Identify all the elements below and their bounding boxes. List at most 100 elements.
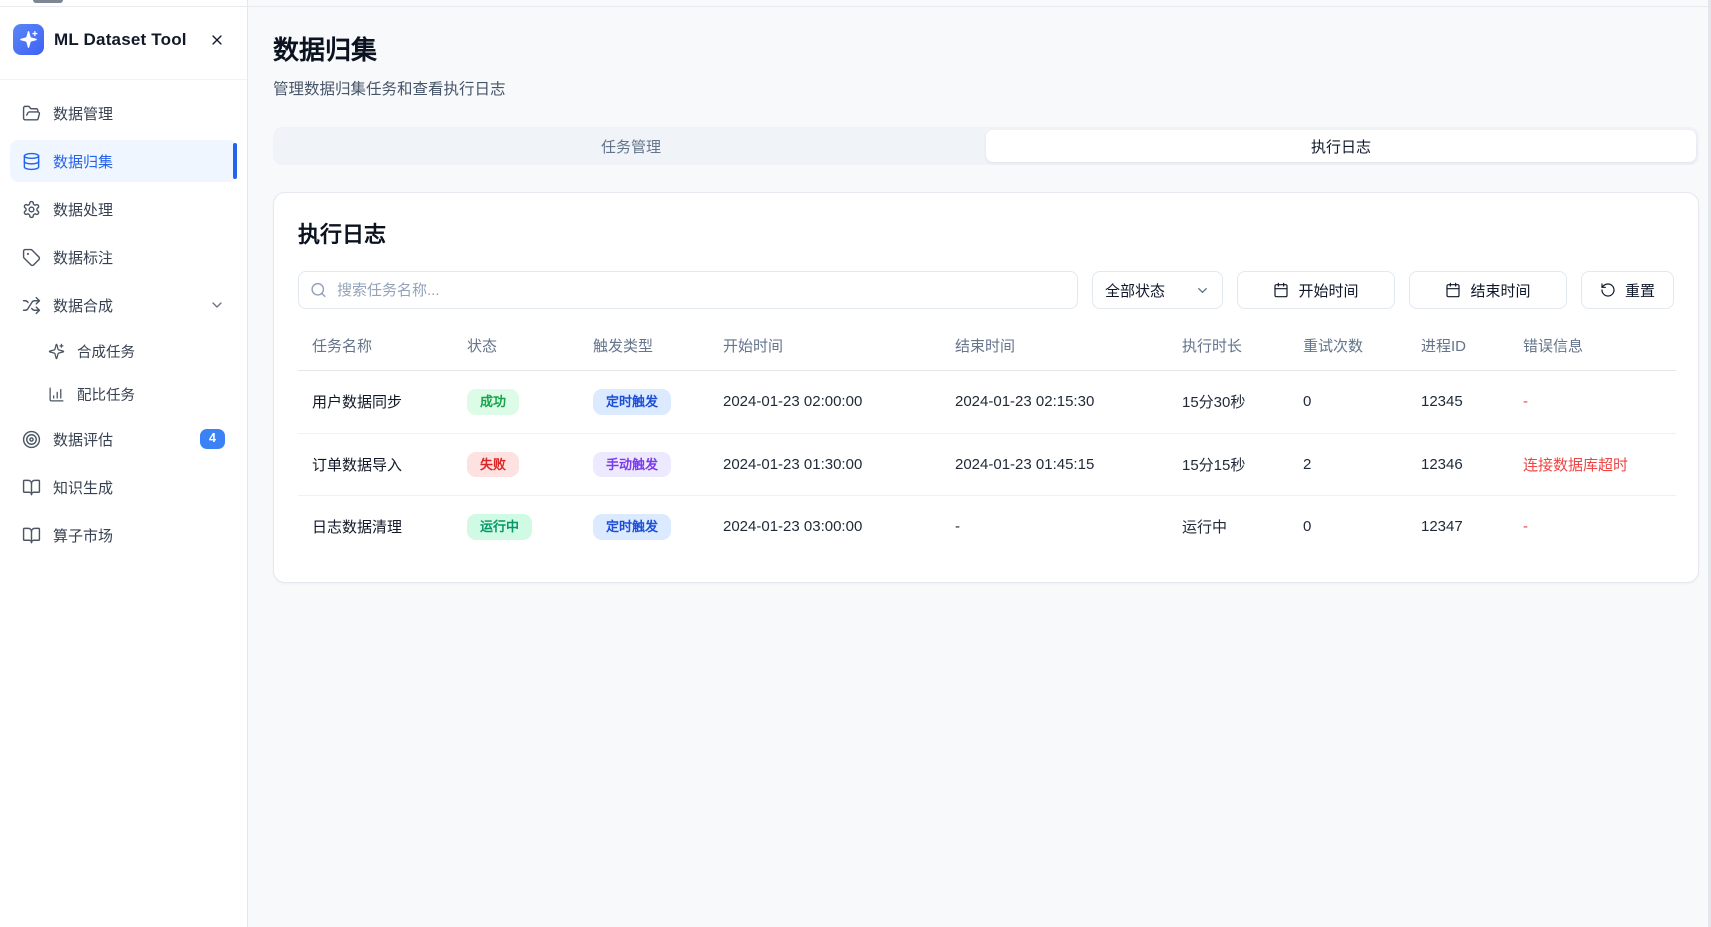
book-icon [22, 526, 41, 545]
sparkles-icon [48, 343, 65, 360]
bar-chart-icon [48, 386, 65, 403]
table-row: 日志数据清理运行中定时触发2024-01-23 03:00:00-运行中0123… [298, 496, 1676, 558]
nav-label: 配比任务 [77, 384, 135, 405]
status-badge: 运行中 [467, 514, 532, 540]
cell-trigger-type: 定时触发 [579, 496, 709, 558]
cell-end-time: - [941, 496, 1168, 558]
status-badge: 成功 [467, 389, 519, 415]
window-top-line [0, 6, 1711, 7]
tab-execution-logs[interactable]: 执行日志 [986, 130, 1696, 162]
nav-label: 数据归集 [53, 151, 113, 172]
card-title: 执行日志 [298, 217, 1674, 249]
cell-task-name: 日志数据清理 [298, 496, 453, 558]
page-subtitle: 管理数据归集任务和查看执行日志 [273, 77, 1699, 99]
cell-start-time: 2024-01-23 03:00:00 [709, 496, 941, 558]
book-icon [22, 478, 41, 497]
status-badge: 失败 [467, 452, 519, 478]
cell-retry-count: 0 [1289, 496, 1407, 558]
window-top-dash [33, 0, 63, 3]
status-filter-value: 全部状态 [1105, 280, 1165, 301]
sidebar-item-data-collection[interactable]: 数据归集 [10, 140, 237, 182]
nav-label: 数据合成 [53, 295, 113, 316]
column-header: 重试次数 [1289, 323, 1407, 371]
sidebar-item-operator-market[interactable]: 算子市场 [10, 514, 237, 556]
app-title: ML Dataset Tool [54, 30, 187, 50]
nav-label: 数据管理 [53, 103, 113, 124]
cell-trigger-type: 定时触发 [579, 371, 709, 434]
cell-error-message: - [1509, 496, 1676, 558]
chevron-down-icon [209, 297, 225, 313]
main-content: 数据归集 管理数据归集任务和查看执行日志 任务管理 执行日志 执行日志 全部状态… [248, 0, 1711, 927]
column-header: 触发类型 [579, 323, 709, 371]
rotate-ccw-icon [1600, 282, 1616, 298]
cell-status: 运行中 [453, 496, 579, 558]
sparkles-icon [19, 30, 38, 49]
sidebar-item-knowledge-generation[interactable]: 知识生成 [10, 466, 237, 508]
database-icon [22, 152, 41, 171]
cell-start-time: 2024-01-23 01:30:00 [709, 433, 941, 496]
close-icon [209, 32, 225, 48]
search-input[interactable] [298, 271, 1078, 309]
sidebar-item-data-processing[interactable]: 数据处理 [10, 188, 237, 230]
cell-error-message: - [1509, 371, 1676, 434]
table-row: 订单数据导入失败 手动触发 2024-01-23 01:30:002024-01-2… [298, 433, 1676, 496]
column-header: 开始时间 [709, 323, 941, 371]
filters-row: 全部状态 开始时间 结束时间 重置 [298, 271, 1674, 309]
sidebar-item-ratio-tasks[interactable]: 配比任务 [10, 375, 237, 413]
sidebar-item-synthesis-tasks[interactable]: 合成任务 [10, 332, 237, 370]
reset-label: 重置 [1625, 280, 1655, 301]
cell-duration: 运行中 [1168, 496, 1289, 558]
sidebar-item-data-management[interactable]: 数据管理 [10, 92, 237, 134]
nav-label: 知识生成 [53, 477, 113, 498]
search-icon [310, 282, 327, 299]
trigger-type-badge: 手动触发 [593, 452, 671, 478]
page-title: 数据归集 [273, 30, 1699, 67]
cell-duration: 15分30秒 [1168, 371, 1289, 434]
cell-error-message: 连接数据库超时 [1509, 433, 1676, 496]
cell-duration: 15分15秒 [1168, 433, 1289, 496]
sidebar-item-data-synthesis[interactable]: 数据合成 [10, 284, 237, 326]
sidebar-item-data-annotation[interactable]: 数据标注 [10, 236, 237, 278]
tag-icon [22, 248, 41, 267]
tab-bar: 任务管理 执行日志 [273, 127, 1699, 165]
cell-end-time: 2024-01-23 02:15:30 [941, 371, 1168, 434]
trigger-type-badge: 定时触发 [593, 514, 671, 540]
column-header: 状态 [453, 323, 579, 371]
cell-retry-count: 0 [1289, 371, 1407, 434]
logs-table: 任务名称状态触发类型开始时间结束时间执行时长重试次数进程ID错误信息 用户数据同… [298, 323, 1676, 558]
cell-status: 失败 [453, 433, 579, 496]
table-header-row: 任务名称状态触发类型开始时间结束时间执行时长重试次数进程ID错误信息 [298, 323, 1676, 371]
shuffle-icon [22, 296, 41, 315]
cell-task-name: 订单数据导入 [298, 433, 453, 496]
tab-task-management[interactable]: 任务管理 [276, 130, 986, 162]
log-table-body: 用户数据同步成功定时触发2024-01-23 02:00:002024-01-2… [298, 371, 1676, 558]
column-header: 执行时长 [1168, 323, 1289, 371]
table-row: 用户数据同步成功定时触发2024-01-23 02:00:002024-01-2… [298, 371, 1676, 434]
column-header: 错误信息 [1509, 323, 1676, 371]
trigger-type-badge: 定时触发 [593, 389, 671, 415]
cell-task-name: 用户数据同步 [298, 371, 453, 434]
column-header: 任务名称 [298, 323, 453, 371]
chevron-down-icon [1195, 283, 1210, 298]
cell-process-id: 12345 [1407, 371, 1509, 434]
calendar-icon [1273, 282, 1289, 298]
start-time-label: 开始时间 [1298, 280, 1358, 301]
end-time-button[interactable]: 结束时间 [1409, 271, 1567, 309]
reset-button[interactable]: 重置 [1581, 271, 1674, 309]
nav-label: 合成任务 [77, 341, 135, 362]
sidebar-item-data-evaluation[interactable]: 数据评估 4 [10, 418, 237, 460]
status-filter-select[interactable]: 全部状态 [1092, 271, 1223, 309]
cell-end-time: 2024-01-23 01:45:15 [941, 433, 1168, 496]
sidebar-close-button[interactable] [207, 30, 227, 50]
start-time-button[interactable]: 开始时间 [1237, 271, 1395, 309]
end-time-label: 结束时间 [1470, 280, 1530, 301]
nav-label: 数据评估 [53, 429, 113, 450]
cell-status: 成功 [453, 371, 579, 434]
sidebar-nav: 数据管理 数据归集 数据处理 数据标注 数据合成 合成任务 配比任 [0, 80, 247, 574]
column-header: 结束时间 [941, 323, 1168, 371]
gear-icon [22, 200, 41, 219]
cell-process-id: 12346 [1407, 433, 1509, 496]
cell-process-id: 12347 [1407, 496, 1509, 558]
nav-label: 数据处理 [53, 199, 113, 220]
sidebar: ML Dataset Tool 数据管理 数据归集 数据处理 数据标注 数据合成 [0, 0, 248, 927]
